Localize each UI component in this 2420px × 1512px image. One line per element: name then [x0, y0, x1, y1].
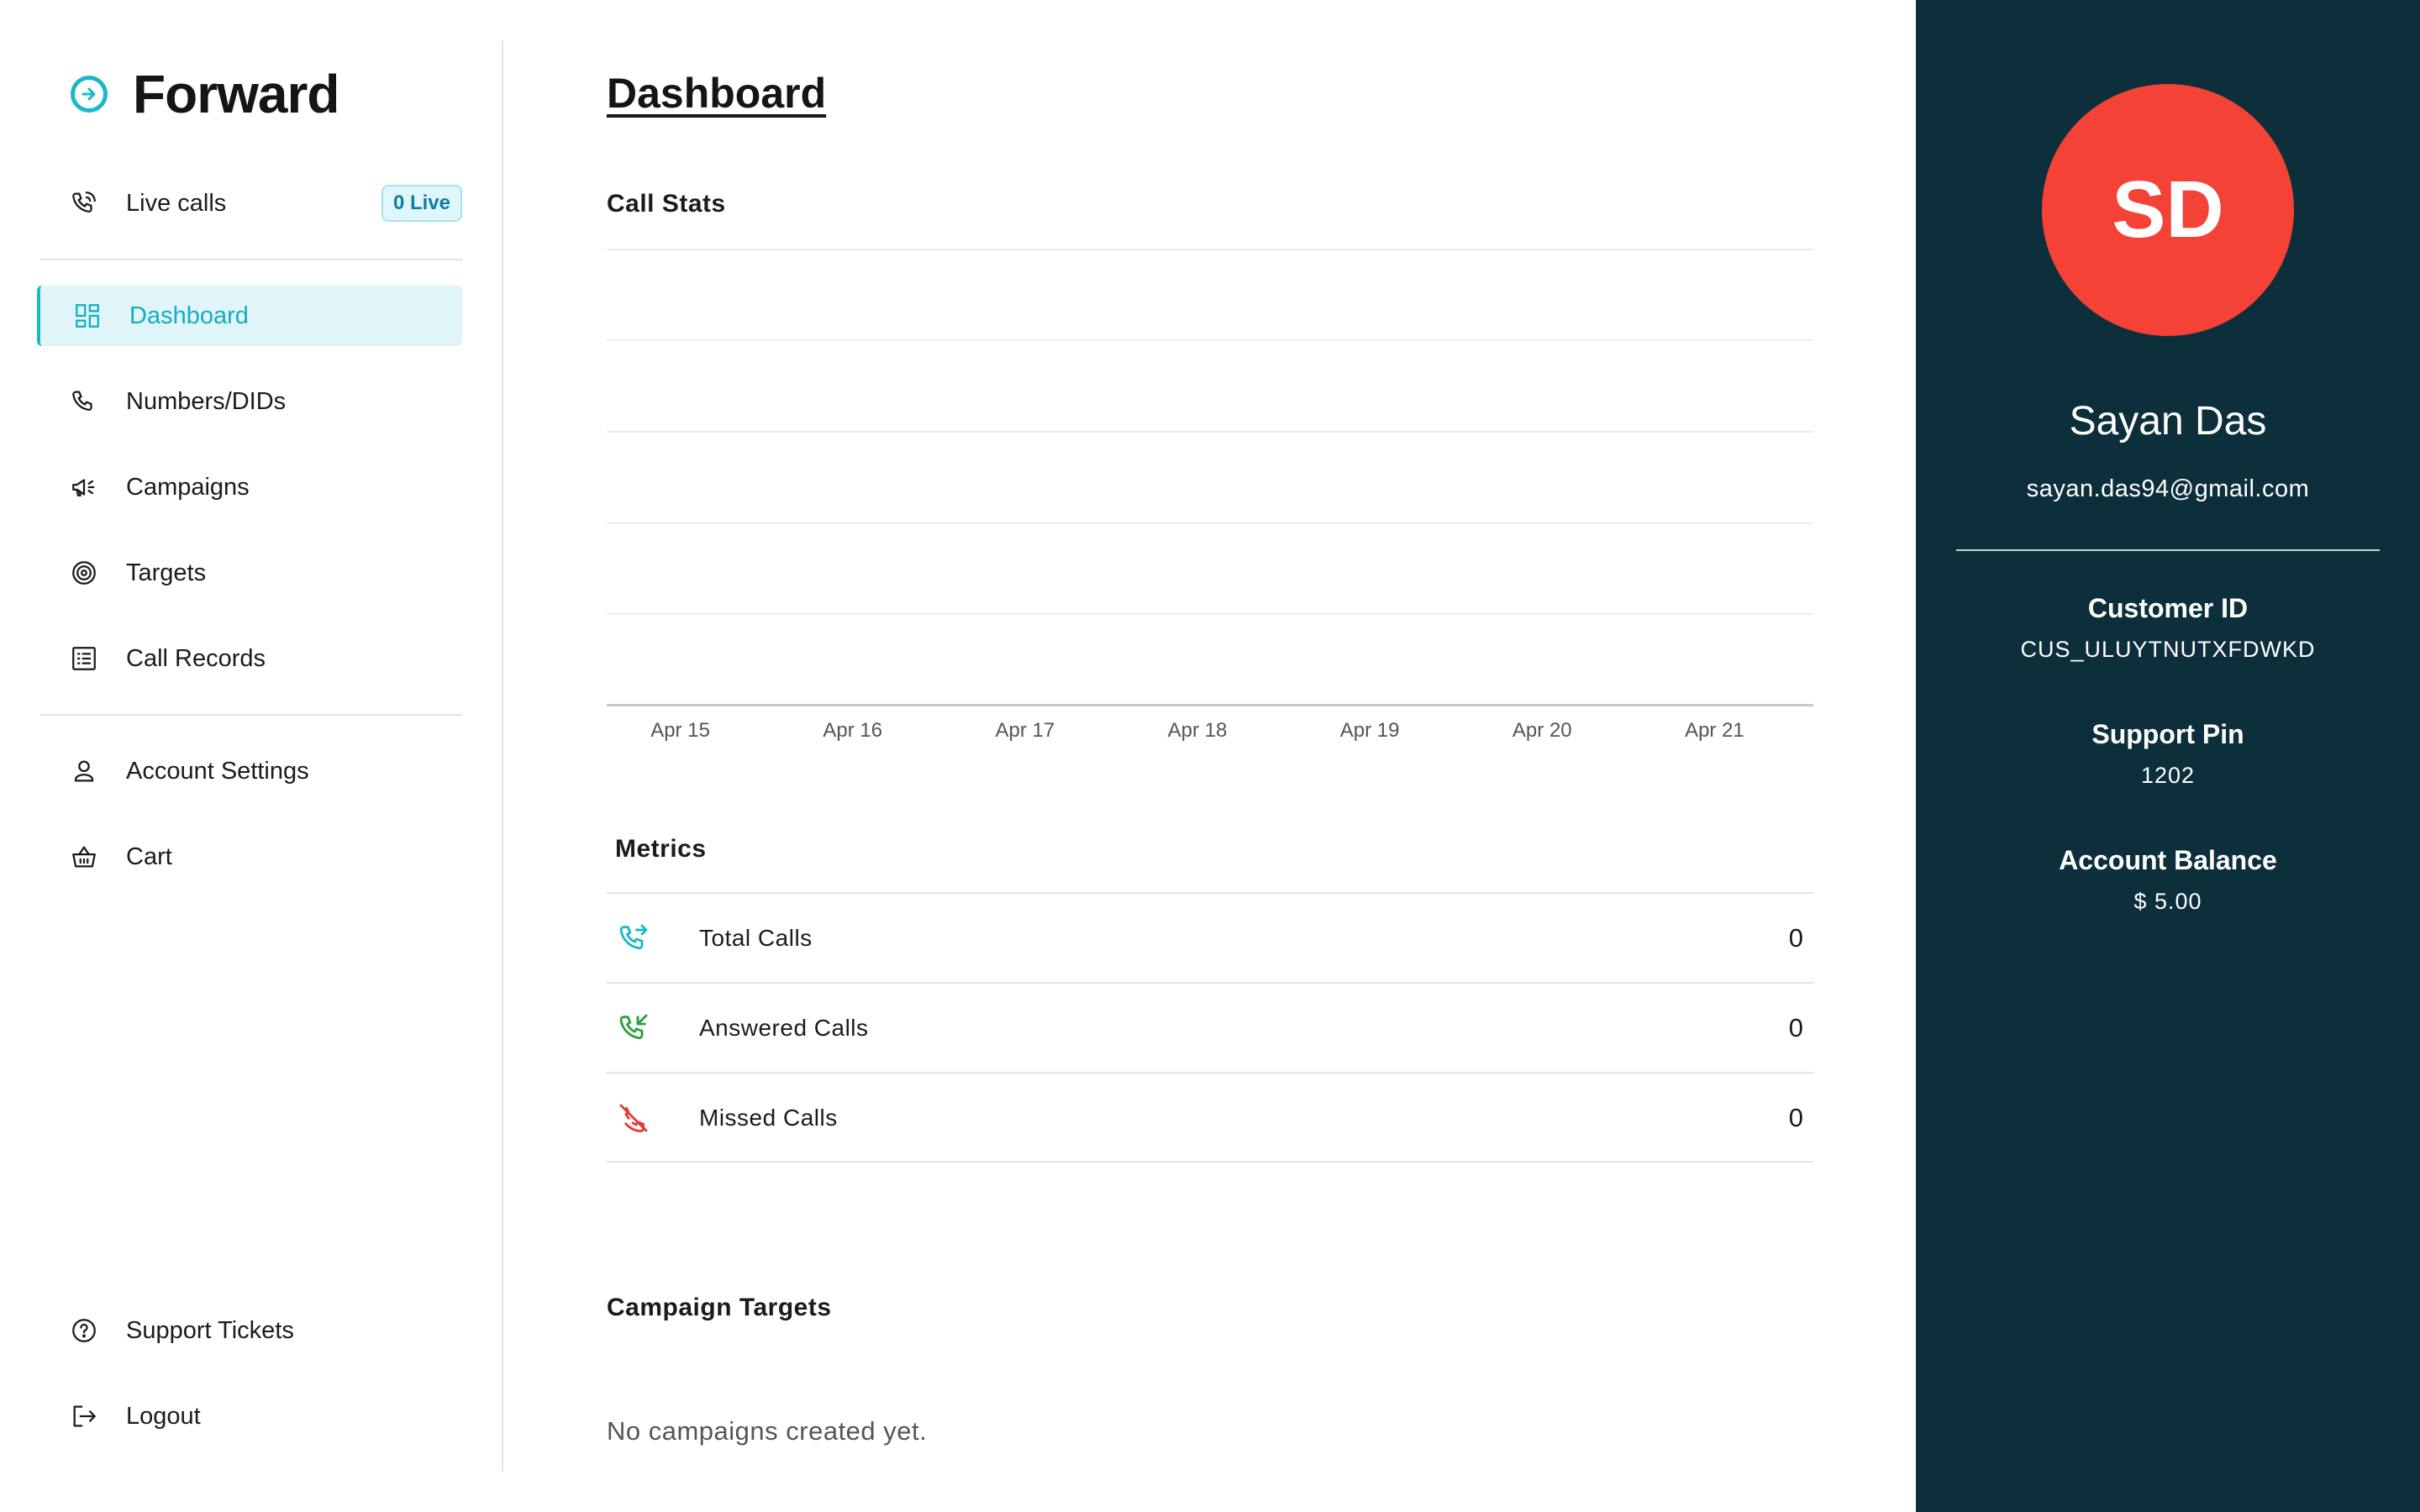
chart-x-tick-label: Apr 18 [1167, 719, 1228, 742]
page-title: Dashboard [607, 70, 827, 117]
avatar[interactable]: SD [2042, 84, 2294, 336]
live-count-badge: 0 Live [381, 185, 462, 222]
sidebar-item-label: Targets [126, 559, 207, 586]
metric-label: Answered Calls [699, 1014, 869, 1041]
sidebar-item-label: Account Settings [126, 757, 309, 785]
profile-panel: SD Sayan Das sayan.das94@gmail.com Custo… [1916, 0, 2420, 1512]
user-icon [69, 756, 99, 786]
sidebar-item-label: Cart [126, 843, 172, 870]
campaign-targets-title: Campaign Targets [607, 1294, 832, 1321]
brand-name: Forward [133, 64, 339, 124]
sidebar-item-cart[interactable]: Cart [37, 827, 462, 887]
chart-gridline [607, 249, 1813, 250]
sidebar-item-label: Live calls [126, 189, 227, 217]
divider [40, 714, 462, 716]
sidebar-item-label: Logout [126, 1402, 201, 1430]
logout-icon [69, 1401, 99, 1431]
phone-forwarded-icon [619, 924, 648, 949]
chart-x-tick-label: Apr 17 [995, 719, 1055, 742]
forward-logo-icon [71, 76, 108, 113]
chart-x-tick-label: Apr 15 [650, 719, 710, 742]
metric-label: Total Calls [699, 924, 813, 951]
brand[interactable]: Forward [71, 60, 339, 128]
chart-gridline [607, 522, 1813, 524]
metrics-title: Metrics [615, 835, 707, 863]
phone-call-icon [69, 188, 99, 218]
profile-name: Sayan Das [2069, 399, 2267, 444]
sidebar-item-account-settings[interactable]: Account Settings [37, 741, 462, 801]
sidebar-item-live-calls[interactable]: Live calls 0 Live [37, 173, 462, 234]
chart-x-axis [607, 704, 1813, 706]
campaign-targets-empty-message: No campaigns created yet. [607, 1416, 928, 1446]
sidebar: Forward Live calls 0 Live Dashboard Numb… [0, 0, 504, 1512]
chart-x-tick-label: Apr 20 [1512, 719, 1572, 742]
metric-row-total-calls: Total Calls 0 [607, 892, 1813, 982]
megaphone-icon [69, 472, 99, 502]
account-balance-label: Account Balance [2059, 845, 2277, 875]
sidebar-item-campaigns[interactable]: Campaigns [37, 457, 462, 517]
support-pin-value: 1202 [2140, 763, 2196, 788]
support-pin-label: Support Pin [2091, 719, 2244, 749]
sidebar-item-label: Numbers/DIDs [126, 387, 287, 415]
divider [1956, 549, 2380, 551]
chart-x-tick-label: Apr 21 [1685, 719, 1744, 742]
chart-x-tick-label: Apr 19 [1339, 719, 1400, 742]
chart-gridline [607, 431, 1813, 433]
sidebar-item-call-records[interactable]: Call Records [37, 628, 462, 689]
call-stats-title: Call Stats [607, 190, 726, 218]
sidebar-item-label: Call Records [126, 644, 266, 672]
list-icon [69, 643, 99, 674]
sidebar-item-label: Campaigns [126, 473, 250, 501]
sidebar-divider [502, 40, 503, 1472]
metric-row-missed-calls: Missed Calls 0 [607, 1072, 1813, 1162]
metric-value: 0 [1788, 922, 1803, 953]
chart-gridline [607, 339, 1813, 341]
sidebar-item-support-tickets[interactable]: Support Tickets [37, 1300, 462, 1361]
sidebar-item-label: Dashboard [129, 302, 249, 329]
sidebar-item-numbers-dids[interactable]: Numbers/DIDs [37, 371, 462, 432]
customer-id-value: CUS_ULUYTNUTXFDWKD [2020, 637, 2316, 662]
dashboard-icon [72, 301, 103, 331]
metric-value: 0 [1788, 1102, 1803, 1132]
chart-x-tick-label: Apr 16 [823, 719, 883, 742]
divider [40, 259, 462, 260]
chart-gridline [607, 613, 1813, 615]
basket-icon [69, 842, 99, 872]
sidebar-item-label: Support Tickets [126, 1316, 294, 1344]
metric-value: 0 [1788, 1012, 1803, 1042]
phone-missed-icon [619, 1104, 648, 1132]
phone-icon [69, 386, 99, 417]
profile-email: sayan.das94@gmail.com [2026, 475, 2310, 502]
phone-incoming-icon [619, 1014, 648, 1039]
call-stats-chart: Apr 15 Apr 16 Apr 17 Apr 18 Apr 19 Apr 20 Apr … [607, 249, 1813, 753]
sidebar-item-dashboard[interactable]: Dashboard [37, 286, 462, 346]
help-circle-icon [69, 1315, 99, 1346]
divider [607, 1161, 1813, 1163]
customer-id-label: Customer ID [2087, 593, 2249, 623]
sidebar-item-targets[interactable]: Targets [37, 543, 462, 603]
sidebar-item-logout[interactable]: Logout [37, 1386, 462, 1446]
account-balance-value: $ 5.00 [2133, 889, 2202, 914]
target-icon [69, 558, 99, 588]
metric-row-answered-calls: Answered Calls 0 [607, 982, 1813, 1072]
metric-label: Missed Calls [699, 1104, 838, 1131]
